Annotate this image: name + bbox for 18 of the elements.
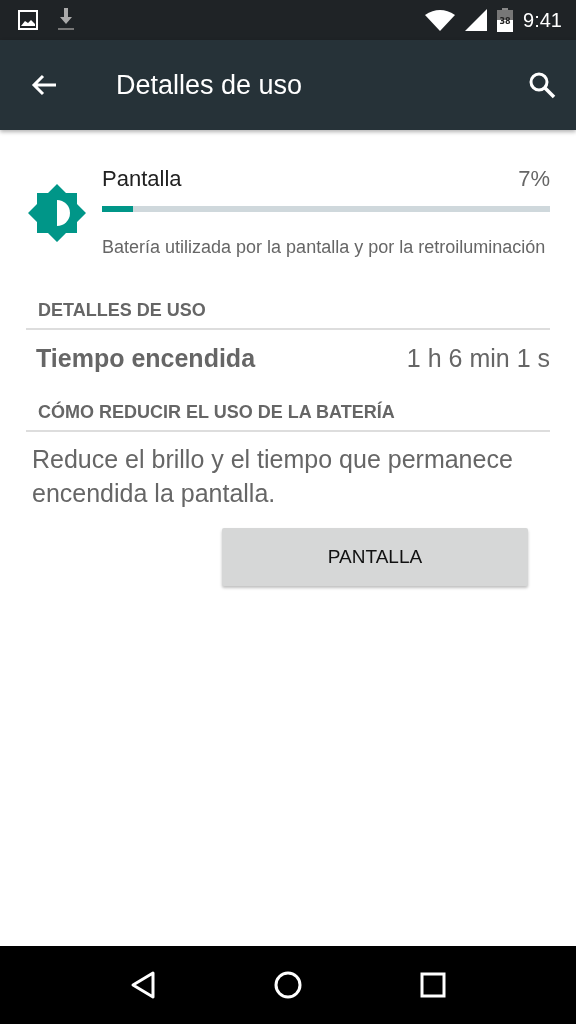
usage-percent: 7% (518, 166, 550, 192)
stat-label: Tiempo encendida (36, 343, 256, 373)
usage-name: Pantalla (102, 166, 182, 192)
brightness-icon (26, 182, 88, 244)
signal-icon (465, 9, 488, 31)
section-header: CÓMO REDUCIR EL USO DE LA BATERÍA (37, 402, 396, 424)
image-icon (18, 10, 38, 30)
back-button[interactable] (30, 73, 58, 97)
window-title: Detalles de uso (116, 69, 304, 101)
download-icon (56, 8, 76, 32)
clock-time: 9:41 (523, 8, 562, 32)
wifi-icon (425, 9, 456, 31)
stat-value: 1 h 6 min 1 s (406, 343, 550, 373)
display-button[interactable]: PANTALLA (222, 528, 528, 586)
section-header: DETALLES DE USO (37, 300, 207, 322)
search-button[interactable] (528, 71, 556, 99)
usage-description: Batería utilizada por la pantalla y por la retroiluminación (102, 236, 547, 259)
tip-text: Reduce el brillo y el tiempo que permanece encendida la pantalla. (31, 444, 514, 509)
